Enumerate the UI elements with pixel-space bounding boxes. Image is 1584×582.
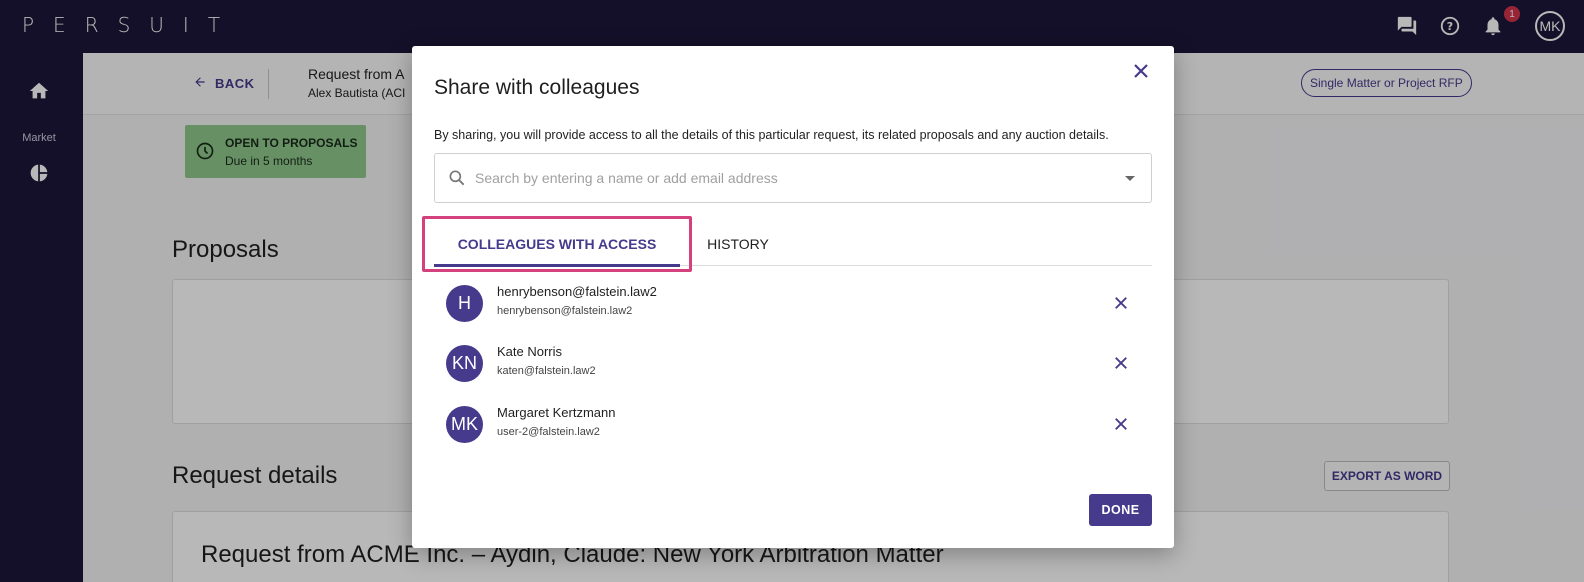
colleague-email: user-2@falstein.law2 bbox=[497, 426, 600, 438]
search-icon bbox=[447, 168, 467, 188]
avatar: MK bbox=[446, 406, 483, 443]
share-tabs: COLLEAGUES WITH ACCESS HISTORY bbox=[434, 222, 1152, 267]
remove-colleague-icon[interactable] bbox=[1110, 413, 1132, 435]
colleague-row: H henrybenson@falstein.law2 henrybenson@… bbox=[446, 276, 1140, 332]
close-icon[interactable] bbox=[1130, 60, 1152, 82]
dialog-title: Share with colleagues bbox=[434, 76, 640, 99]
colleague-name: Margaret Kertzmann bbox=[497, 405, 616, 420]
colleague-name: Kate Norris bbox=[497, 344, 563, 359]
colleague-search-input[interactable] bbox=[475, 166, 1095, 190]
remove-colleague-icon[interactable] bbox=[1110, 352, 1132, 374]
done-button[interactable]: DONE bbox=[1089, 494, 1152, 526]
dialog-description: By sharing, you will provide access to a… bbox=[434, 128, 1109, 142]
colleague-search-field[interactable] bbox=[434, 153, 1152, 203]
share-dialog: Share with colleagues By sharing, you wi… bbox=[412, 46, 1174, 548]
remove-colleague-icon[interactable] bbox=[1110, 292, 1132, 314]
tab-colleagues-with-access[interactable]: COLLEAGUES WITH ACCESS bbox=[434, 222, 680, 267]
colleague-name: henrybenson@falstein.law2 bbox=[497, 284, 657, 299]
colleague-email: katen@falstein.law2 bbox=[497, 365, 596, 377]
avatar: H bbox=[446, 285, 483, 322]
colleague-email: henrybenson@falstein.law2 bbox=[497, 305, 633, 317]
tab-history[interactable]: HISTORY bbox=[698, 222, 778, 266]
colleague-row: KN Kate Norris katen@falstein.law2 bbox=[446, 336, 1140, 392]
avatar: KN bbox=[446, 345, 483, 382]
colleague-row: MK Margaret Kertzmann user-2@falstein.la… bbox=[446, 397, 1140, 453]
chevron-down-icon[interactable] bbox=[1125, 176, 1135, 181]
